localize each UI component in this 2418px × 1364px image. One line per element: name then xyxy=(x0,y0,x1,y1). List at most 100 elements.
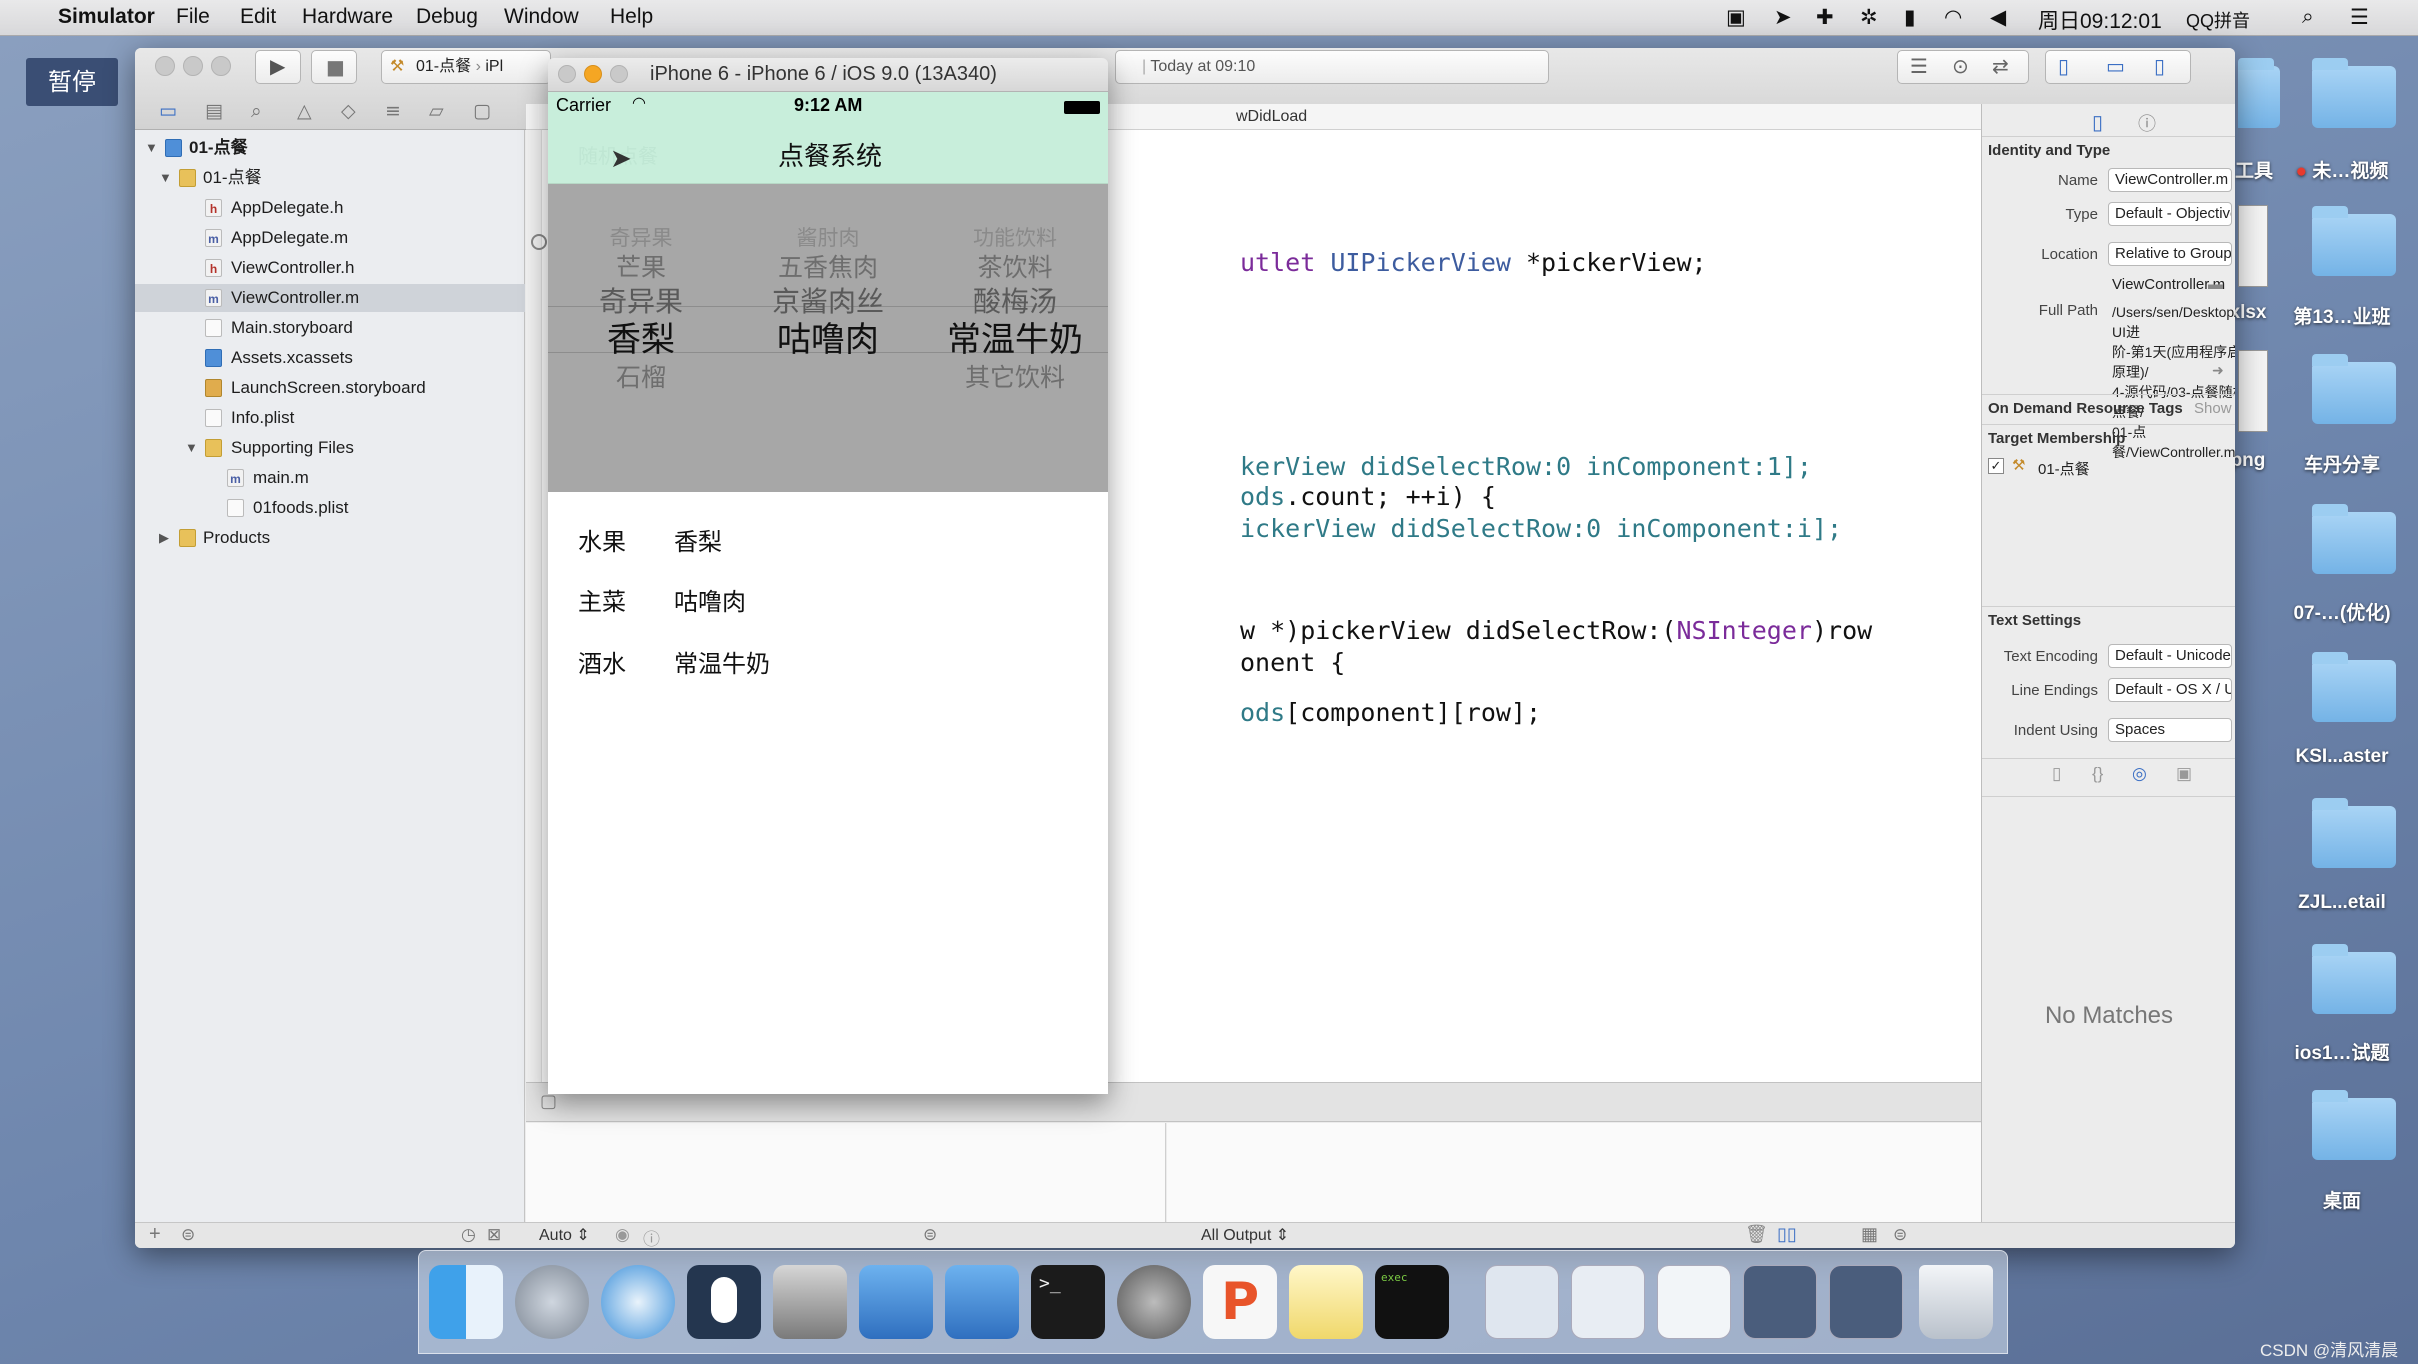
folder-icon[interactable] xyxy=(2298,58,2396,136)
add-icon[interactable]: + xyxy=(149,1223,161,1246)
tree-row-file[interactable]: LaunchScreen.storyboard xyxy=(135,374,525,402)
debug-navigator-icon[interactable]: ≡ xyxy=(385,100,401,122)
show-button[interactable]: Show xyxy=(2194,400,2232,417)
object-library-icon[interactable]: ◎ xyxy=(2132,764,2147,784)
tree-row-project[interactable]: ▼ 01-点餐 xyxy=(135,134,525,162)
symbol-navigator-icon[interactable]: ▤ xyxy=(205,100,223,122)
zoom-button[interactable] xyxy=(211,56,231,76)
desktop-label-desktop[interactable]: 桌面 xyxy=(2272,1186,2412,1213)
close-button[interactable] xyxy=(155,56,175,76)
menu-hardware[interactable]: Hardware xyxy=(302,5,393,29)
grid-icon[interactable]: ▦ xyxy=(1861,1224,1878,1245)
desktop-label-07[interactable]: 07-…(优化) xyxy=(2272,598,2412,625)
desktop-label-share[interactable]: 车丹分享 xyxy=(2272,450,2412,477)
wifi-icon[interactable]: ◠ xyxy=(1944,5,1962,30)
assistant-editor-icon[interactable]: ⊙ xyxy=(1952,54,1969,78)
menu-edit[interactable]: Edit xyxy=(240,5,276,29)
window-thumbnail-icon[interactable] xyxy=(1571,1265,1645,1339)
run-button[interactable]: ▶ xyxy=(255,50,301,84)
target-checkbox[interactable]: ✓ xyxy=(1988,458,2004,474)
tree-row-group[interactable]: ▼ 01-点餐 xyxy=(135,164,525,192)
picker-row-selected[interactable]: 香梨 xyxy=(548,312,734,361)
encoding-select[interactable]: Default - Unicode (UTF-8) xyxy=(2108,644,2232,668)
notification-center-icon[interactable]: ☰ xyxy=(2350,5,2369,30)
eye-icon[interactable]: ◉ xyxy=(615,1225,630,1245)
exec-icon[interactable]: exec xyxy=(1375,1265,1449,1339)
disclosure-right-icon[interactable]: ▶ xyxy=(159,524,169,552)
outlet-connection-icon[interactable] xyxy=(531,234,547,250)
file-inspector-icon[interactable]: ▯ xyxy=(2092,110,2103,135)
menu-help[interactable]: Help xyxy=(610,5,653,29)
scheme-selector[interactable]: ⚒ 01-点餐 › iPl xyxy=(381,50,551,84)
split-view-icon[interactable]: ▯▯ xyxy=(1777,1224,1797,1245)
minimize-button[interactable] xyxy=(584,65,602,83)
standard-editor-icon[interactable]: ☰ xyxy=(1910,54,1928,78)
jump-bar-method[interactable]: wDidLoad xyxy=(1236,108,1307,126)
media-library-icon[interactable]: ▣ xyxy=(2176,764,2192,784)
debug-toggle-icon[interactable]: ▭ xyxy=(2106,54,2125,78)
picker-row[interactable]: 茶饮料 xyxy=(922,248,1108,284)
picker-row[interactable]: 其它饮料 xyxy=(922,358,1108,394)
safari-icon[interactable] xyxy=(601,1265,675,1339)
camera-icon[interactable]: ▣ xyxy=(1726,5,1746,30)
output-select[interactable]: All Output ⇕ xyxy=(1201,1225,1289,1245)
menu-window[interactable]: Window xyxy=(504,5,579,29)
close-button[interactable] xyxy=(558,65,576,83)
disclosure-down-icon[interactable]: ▼ xyxy=(159,164,172,192)
disclosure-down-icon[interactable]: ▼ xyxy=(185,434,198,462)
desktop-label-video[interactable]: ● 未…视频 xyxy=(2272,156,2412,183)
issue-navigator-icon[interactable]: △ xyxy=(297,100,312,122)
window-thumbnail-icon[interactable] xyxy=(1829,1265,1903,1339)
window-thumbnail-icon[interactable] xyxy=(1743,1265,1817,1339)
code-snippet-icon[interactable]: {} xyxy=(2092,764,2103,784)
folder-icon[interactable] xyxy=(2298,504,2396,582)
tree-row-file[interactable]: Info.plist xyxy=(135,404,525,432)
mouse-app-icon[interactable] xyxy=(687,1265,761,1339)
navigator-toggle-icon[interactable]: ▯ xyxy=(2058,54,2069,78)
volume-icon[interactable]: ◀ xyxy=(1990,5,2006,30)
test-navigator-icon[interactable]: ◇ xyxy=(341,100,356,122)
desktop-label-ios[interactable]: ios1…试题 xyxy=(2272,1038,2412,1065)
presentation-app-icon[interactable]: P xyxy=(1203,1265,1277,1339)
food-picker[interactable]: 奇异果 芒果 奇异果 香梨 石榴 酱肘肉 五香焦肉 京酱肉丝 咕噜肉 功能饮料 … xyxy=(548,184,1108,492)
zoom-button[interactable] xyxy=(610,65,628,83)
quick-help-icon[interactable]: ⓘ xyxy=(2138,110,2156,136)
picker-row-selected[interactable]: 咕噜肉 xyxy=(735,312,921,361)
console-view[interactable] xyxy=(1167,1123,1981,1223)
report-navigator-icon[interactable]: ▢ xyxy=(473,100,491,122)
imovie-icon[interactable] xyxy=(773,1265,847,1339)
instruments-icon[interactable] xyxy=(945,1265,1019,1339)
folder-icon[interactable]: ▬ xyxy=(2208,276,2223,293)
notes-icon[interactable] xyxy=(1289,1265,1363,1339)
clock[interactable]: 周日09:12:01 xyxy=(2038,5,2162,35)
folder-icon[interactable] xyxy=(2298,944,2396,1022)
xcode-icon[interactable] xyxy=(859,1265,933,1339)
finder-icon[interactable] xyxy=(429,1265,503,1339)
pause-button[interactable]: 暂停 xyxy=(26,58,118,106)
tree-row-file[interactable]: Main.storyboard xyxy=(135,314,525,342)
endings-select[interactable]: Default - OS X / Unix (LF) xyxy=(2108,678,2232,702)
tree-row-file[interactable]: h ViewController.h xyxy=(135,254,525,282)
input-method[interactable]: QQ拼音 xyxy=(2186,7,2250,33)
launchpad-icon[interactable] xyxy=(515,1265,589,1339)
tree-row-file[interactable]: h AppDelegate.h xyxy=(135,194,525,222)
picker-row[interactable]: 五香焦肉 xyxy=(735,248,921,284)
variables-view[interactable] xyxy=(526,1123,1166,1223)
file-template-icon[interactable]: ▯ xyxy=(2052,764,2061,784)
picker-row-selected[interactable]: 常温牛奶 xyxy=(922,312,1108,361)
desktop-label-ksi[interactable]: KSI...aster xyxy=(2272,746,2412,768)
variables-filter-icon[interactable]: ⊜ xyxy=(923,1225,937,1245)
picker-row[interactable]: 芒果 xyxy=(548,248,734,284)
version-editor-icon[interactable]: ⇄ xyxy=(1992,54,2009,78)
filter-icon[interactable]: ⊜ xyxy=(181,1225,195,1245)
folder-icon[interactable] xyxy=(2298,652,2396,730)
lock-icon[interactable]: ▮ xyxy=(1904,5,1916,30)
window-thumbnail-icon[interactable] xyxy=(1657,1265,1731,1339)
recent-files-icon[interactable]: ◷ xyxy=(461,1225,476,1245)
editor-mode-control[interactable]: ☰ ⊙ ⇄ xyxy=(1897,50,2029,84)
auto-variables-select[interactable]: Auto ⇕ xyxy=(539,1225,590,1245)
tree-row-file[interactable]: m main.m xyxy=(135,464,525,492)
name-field[interactable]: ViewController.m xyxy=(2108,168,2232,192)
tree-row-group[interactable]: ▶ Products xyxy=(135,524,525,552)
find-navigator-icon[interactable]: ⌕ xyxy=(251,100,262,122)
